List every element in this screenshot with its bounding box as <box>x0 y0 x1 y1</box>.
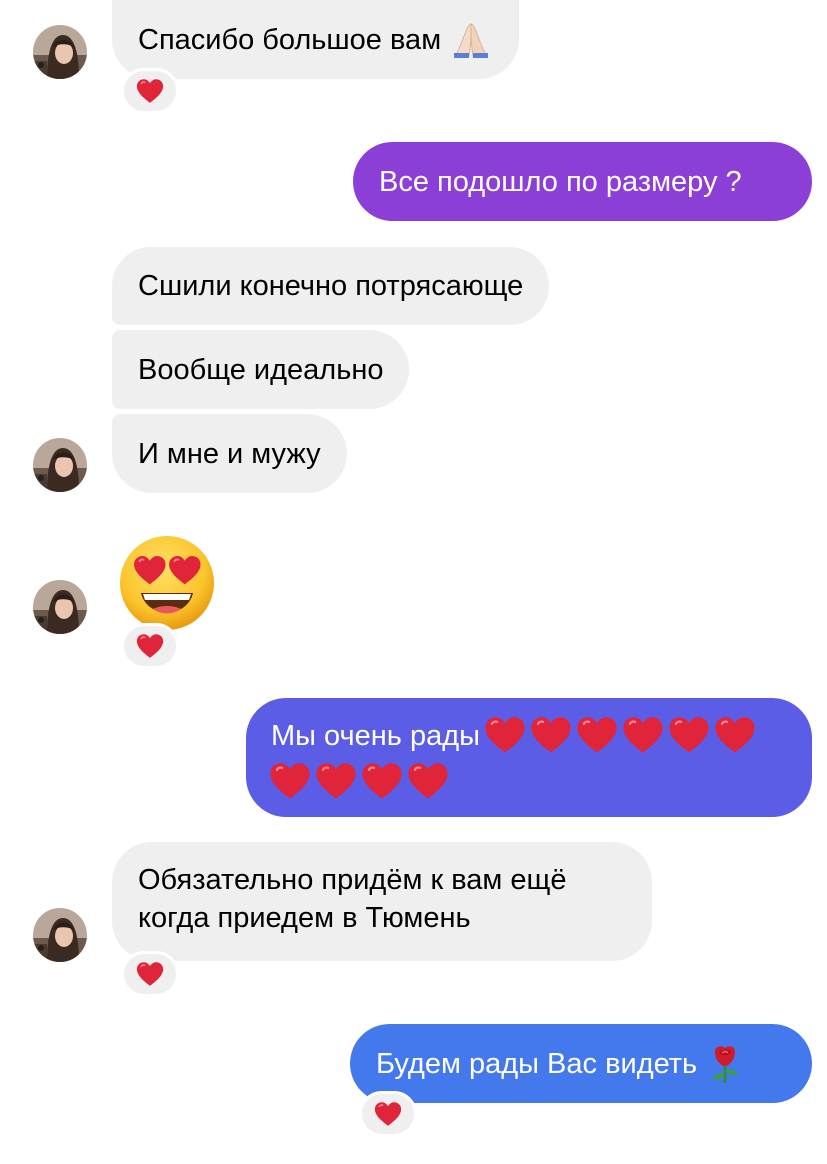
message-text: И мне и мужу <box>138 437 321 470</box>
message-text: Спасибо большое вам <box>138 23 442 56</box>
avatar-image <box>33 908 87 962</box>
avatar[interactable] <box>33 25 87 79</box>
message-bubble-incoming[interactable]: Сшили конечно потрясающе <box>112 247 550 325</box>
heart-icon <box>714 716 760 756</box>
heart-icon <box>484 716 530 756</box>
heart-icon <box>576 716 622 756</box>
heart-icon <box>530 716 576 756</box>
reaction-heart[interactable] <box>121 68 179 114</box>
message-bubble-incoming[interactable]: Спасибо большое вам <box>112 0 520 79</box>
message-bubble-outgoing[interactable]: Будем рады Вас видеть <box>350 1024 812 1103</box>
heart-icon <box>622 716 668 756</box>
avatar-image <box>33 25 87 79</box>
reaction-heart[interactable] <box>359 1091 417 1137</box>
avatar-image <box>33 580 87 634</box>
heart-icon <box>136 78 164 104</box>
message-bubble-incoming[interactable]: Обязательно придём к вам ещё когда приед… <box>112 842 652 961</box>
message-text: Мы очень рады <box>271 720 480 752</box>
folded-hands-icon <box>451 20 491 60</box>
heart-icon <box>668 716 714 756</box>
avatar[interactable] <box>33 908 87 962</box>
heart-icon <box>374 1101 402 1127</box>
avatar-image <box>33 438 87 492</box>
message-bubble-outgoing[interactable]: Все подошло по размеру ? <box>353 142 812 221</box>
heart-icon <box>361 762 407 802</box>
message-text: Сшили конечно потрясающе <box>138 270 524 302</box>
message-text: Все подошло по размеру ? <box>379 165 742 198</box>
message-text: Будем рады Вас видеть <box>376 1047 698 1080</box>
message-text: Вообще идеально <box>138 353 384 386</box>
reaction-heart[interactable] <box>121 951 179 997</box>
message-text-line-1: Обязательно придём к вам ещё <box>138 864 567 896</box>
heart-icon <box>136 633 164 659</box>
heart-icon <box>315 762 361 802</box>
rose-icon <box>707 1044 743 1084</box>
heart-eyes-face-icon[interactable] <box>117 533 217 633</box>
message-bubble-outgoing[interactable]: Мы очень рады <box>246 698 812 817</box>
heart-icon <box>136 961 164 987</box>
message-bubble-incoming[interactable]: И мне и мужу <box>112 414 347 493</box>
avatar[interactable] <box>33 438 87 492</box>
reaction-heart[interactable] <box>121 623 179 669</box>
heart-icon <box>269 762 315 802</box>
message-bubble-incoming[interactable]: Вообще идеально <box>112 330 410 409</box>
heart-icon <box>407 762 453 802</box>
avatar[interactable] <box>33 580 87 634</box>
message-text-line-2: когда приедем в Тюмень <box>138 902 471 934</box>
